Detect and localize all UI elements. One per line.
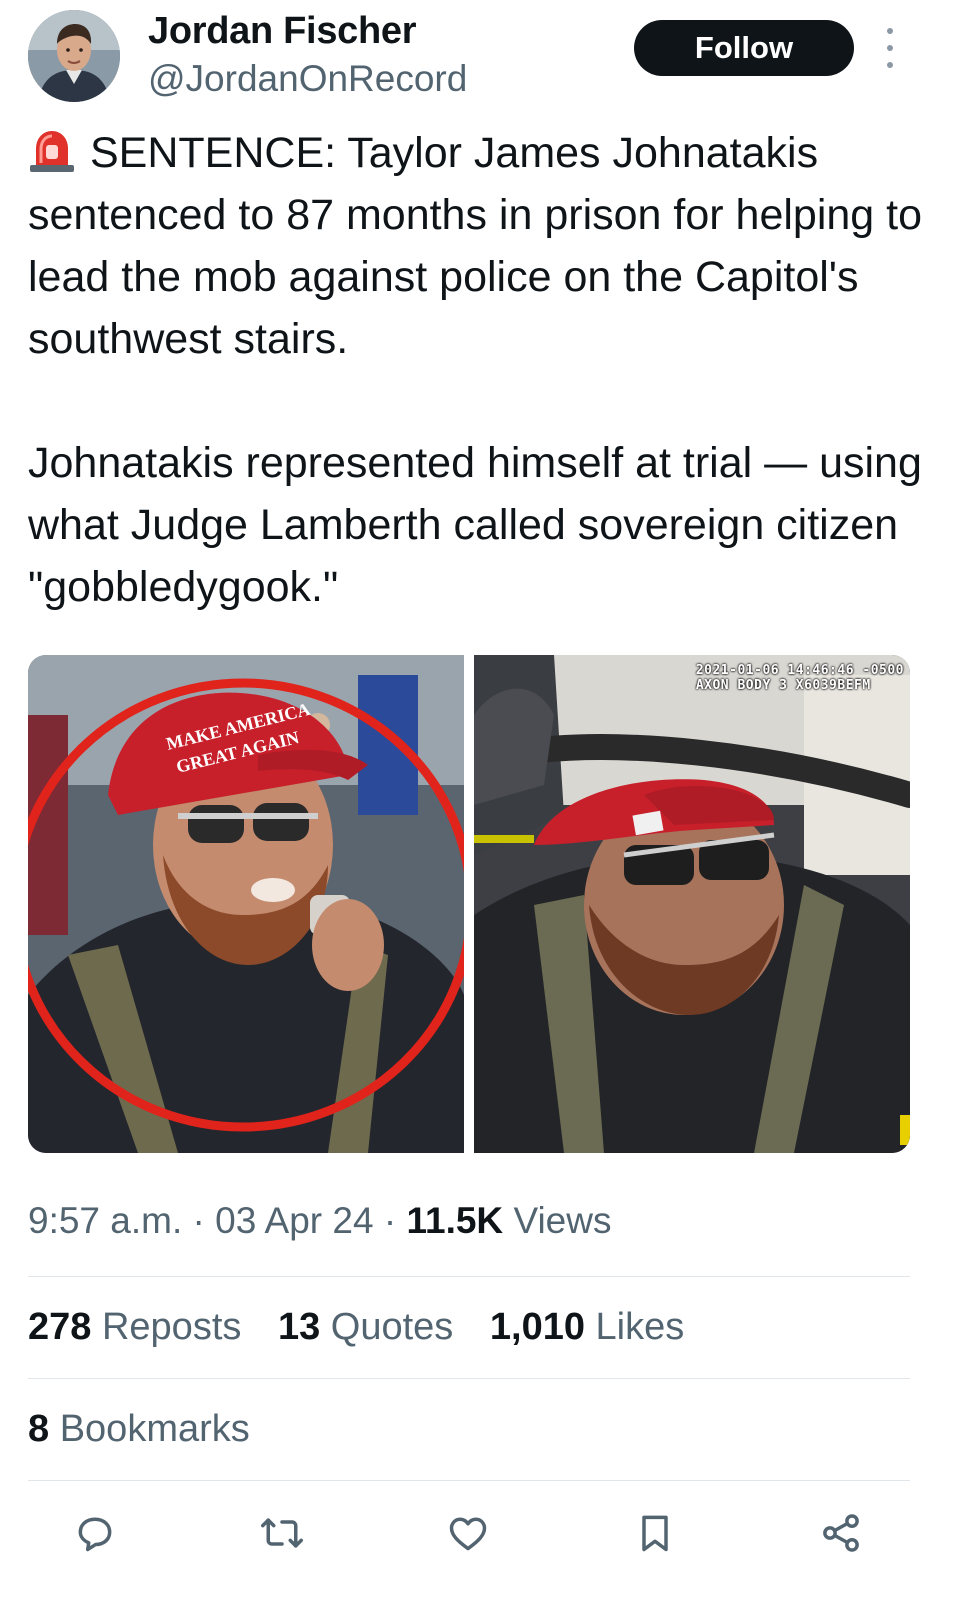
views-label: Views: [513, 1200, 612, 1241]
meta-separator-2: ·: [383, 1200, 397, 1241]
meta-separator-1: ·: [192, 1200, 205, 1241]
likes-stat[interactable]: 1,010 Likes: [490, 1306, 684, 1349]
tweet-paragraph-1: SENTENCE: Taylor James Johnatakis senten…: [28, 122, 933, 370]
tweet-time[interactable]: 9:57 a.m.: [28, 1200, 182, 1241]
quotes-count: 13: [277, 1306, 321, 1348]
tweet-paragraph-2: Johnatakis represented himself at trial …: [28, 439, 922, 611]
engagement-stats: 278 Reposts 13 Quotes 1,010 Likes: [28, 1306, 710, 1349]
author-handle[interactable]: @JordanOnRecord: [148, 58, 467, 100]
tweet-meta: 9:57 a.m. · 03 Apr 24 · 11.5K Views: [28, 1200, 611, 1242]
bookmark-icon[interactable]: [627, 1505, 683, 1561]
reposts-stat[interactable]: 278 Reposts: [28, 1306, 241, 1349]
reposts-label: Reposts: [101, 1306, 242, 1348]
quotes-label: Quotes: [330, 1306, 454, 1348]
more-options-icon[interactable]: [878, 28, 902, 68]
reposts-count: 278: [28, 1306, 92, 1348]
share-icon[interactable]: [813, 1505, 869, 1561]
author-avatar[interactable]: [28, 10, 120, 102]
bookmarks-label: Bookmarks: [59, 1408, 250, 1450]
tweet-header: Jordan Fischer @JordanOnRecord Follow: [0, 0, 956, 110]
action-bar: [0, 1505, 956, 1565]
views-count: 11.5K: [406, 1200, 504, 1241]
bookmarks-stat[interactable]: 8 Bookmarks: [28, 1408, 250, 1451]
camera-timestamp-line1: 2021-01-06 14:46:46 -0500: [695, 663, 904, 678]
divider: [28, 1480, 910, 1481]
follow-button[interactable]: Follow: [634, 20, 854, 76]
media-photo-right[interactable]: 2021-01-06 14:46:46 -0500 AXON BODY 3 X6…: [474, 655, 910, 1153]
tweet-date[interactable]: 03 Apr 24: [215, 1200, 373, 1241]
divider: [28, 1276, 910, 1277]
likes-count: 1,010: [489, 1306, 585, 1348]
tweet-paragraph-1-text: SENTENCE: Taylor James Johnatakis senten…: [28, 129, 923, 363]
camera-timestamp-line2: AXON BODY 3 X6039BEFM: [695, 678, 871, 693]
bookmarks-count: 8: [28, 1408, 50, 1450]
siren-emoji-icon: [30, 131, 74, 172]
quotes-stat[interactable]: 13 Quotes: [278, 1306, 453, 1349]
media-photo-left[interactable]: MAKE AMERICA GREAT AGAIN: [28, 655, 464, 1153]
reply-icon[interactable]: [67, 1505, 123, 1561]
camera-timestamp: 2021-01-06 14:46:46 -0500 AXON BODY 3 X6…: [696, 663, 904, 693]
tweet-text: SENTENCE: Taylor James Johnatakis senten…: [28, 122, 933, 618]
author-name[interactable]: Jordan Fischer: [148, 10, 417, 53]
likes-label: Likes: [595, 1306, 685, 1348]
repost-icon[interactable]: [254, 1505, 310, 1561]
like-icon[interactable]: [440, 1505, 496, 1561]
divider: [28, 1378, 910, 1379]
tweet-media: MAKE AMERICA GREAT AGAIN 2021-01-06 14:4…: [28, 655, 910, 1153]
